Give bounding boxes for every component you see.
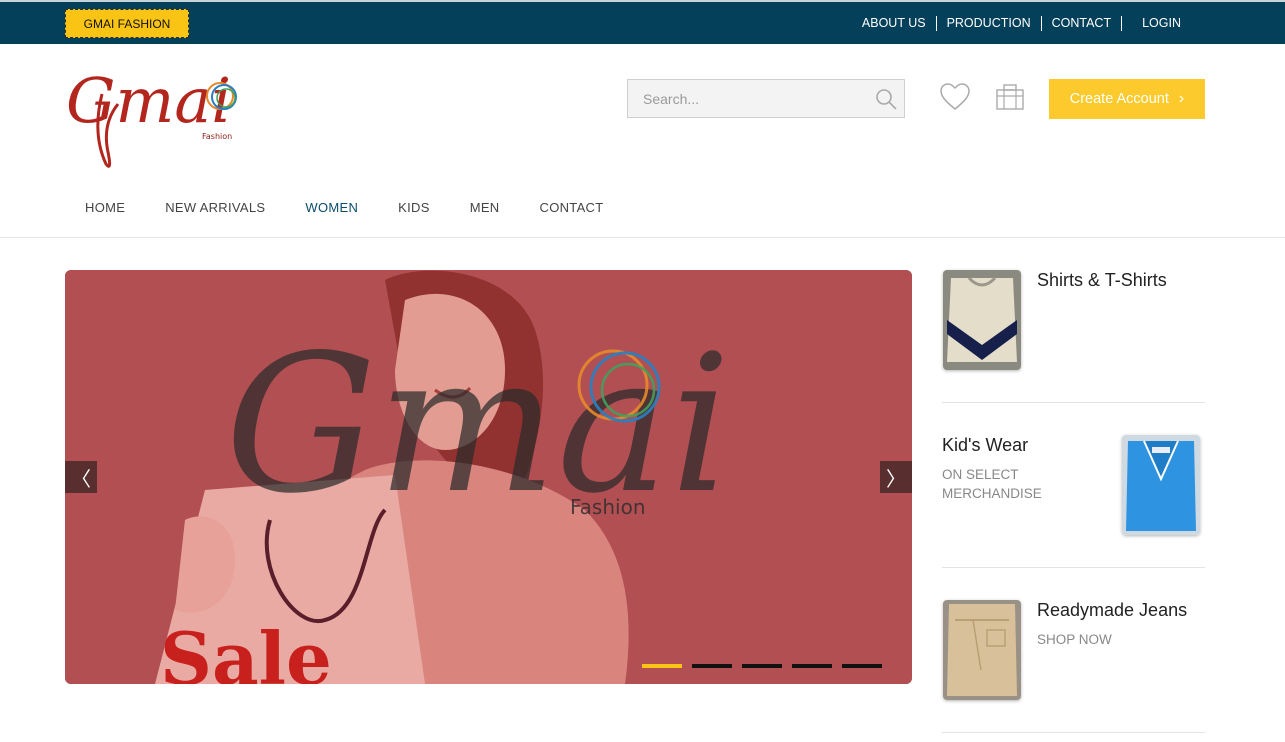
search-icon[interactable] [874,87,898,111]
category-subtitle: SHOP NOW [1037,632,1112,647]
search-input[interactable] [628,80,858,117]
brand-badge[interactable]: GMAI FASHION [65,9,189,38]
heart-icon[interactable] [940,83,970,111]
divider [942,732,1205,733]
slider-next-button[interactable]: 〉 [880,461,912,493]
shopping-bag-icon[interactable] [996,84,1024,110]
divider [942,567,1205,568]
bag-sale-text: Sale [160,616,332,684]
nav-divider [0,237,1285,238]
slider-indicators [642,664,882,668]
top-link-production[interactable]: PRODUCTION [937,16,1041,30]
logo-subtitle: Fashion [202,132,232,141]
top-links: ABOUT US PRODUCTION CONTACT LOGIN [852,2,1191,44]
top-link-contact[interactable]: CONTACT [1042,16,1122,30]
nav-item-contact[interactable]: CONTACT [520,200,624,226]
category-title[interactable]: Kid's Wear [942,435,1028,456]
logo-wordmark: Gmai [66,64,231,137]
jeans-thumbnail[interactable] [943,600,1021,700]
slide-image: Sale Gmai Fashion [65,270,912,684]
kids-shirt-thumbnail[interactable] [1122,435,1200,535]
main-nav: HOME NEW ARRIVALS WOMEN KIDS MEN CONTACT [65,200,623,226]
nav-item-new-arrivals[interactable]: NEW ARRIVALS [145,200,285,226]
divider [1121,15,1123,31]
slider-dot-1[interactable] [642,664,682,668]
top-bar: GMAI FASHION ABOUT US PRODUCTION CONTACT… [0,0,1285,44]
search-box [627,79,905,118]
watermark-subtitle: Fashion [570,495,646,519]
slider-dot-2[interactable] [692,664,732,668]
slider-prev-button[interactable]: 〈 [65,461,97,493]
watermark-logo: Gmai [225,314,731,535]
create-account-button[interactable]: Create Account › [1049,79,1205,119]
nav-item-men[interactable]: MEN [450,200,520,226]
top-link-about-us[interactable]: ABOUT US [852,16,936,30]
slider-dot-4[interactable] [792,664,832,668]
nav-item-home[interactable]: HOME [65,200,145,226]
shirt-thumbnail[interactable] [943,270,1021,370]
nav-item-women[interactable]: WOMEN [285,200,378,226]
category-title[interactable]: Readymade Jeans [1037,600,1187,621]
category-kids-wear[interactable]: Kid's Wear ON SELECT MERCHANDISE [942,435,1205,535]
category-title[interactable]: Shirts & T-Shirts [1037,270,1167,291]
category-jeans[interactable]: Readymade Jeans SHOP NOW [942,600,1205,700]
site-logo[interactable]: Gmai Fashion [62,64,248,176]
slider-dot-3[interactable] [742,664,782,668]
slider-dot-5[interactable] [842,664,882,668]
chevron-right-icon: › [1178,90,1185,107]
hero-slider[interactable]: Sale Gmai Fashion 〈 〉 [65,270,912,684]
category-shirts[interactable]: Shirts & T-Shirts [942,270,1205,370]
create-account-label: Create Account [1069,91,1169,107]
top-link-login[interactable]: LOGIN [1132,16,1191,30]
nav-item-kids[interactable]: KIDS [378,200,450,226]
category-subtitle: ON SELECT MERCHANDISE [942,467,1042,501]
divider [942,402,1205,403]
